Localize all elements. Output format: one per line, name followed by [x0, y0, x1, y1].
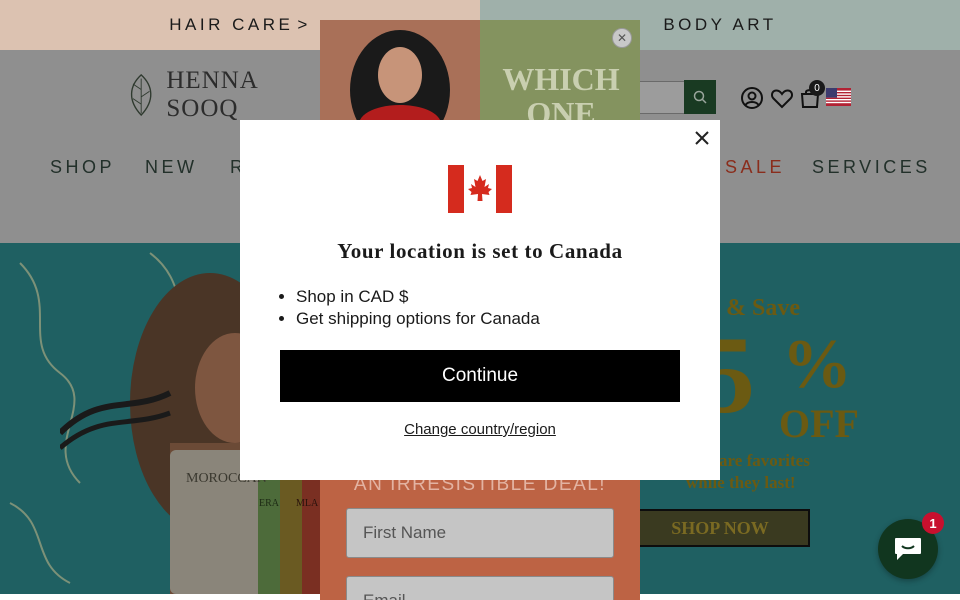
nav-item-sale[interactable]: SALE [725, 157, 785, 178]
location-modal-title: Your location is set to Canada [337, 239, 623, 263]
newsletter-heading-line1: WHICH [502, 61, 620, 97]
newsletter-photo [320, 20, 480, 150]
chat-icon [895, 538, 921, 560]
heart-icon[interactable] [770, 86, 794, 110]
announcement-hair-care-label: HAIR CARE [169, 15, 294, 34]
promo-off-text: OFF [779, 401, 859, 446]
logo-leaf-icon [130, 73, 152, 117]
us-flag-icon[interactable] [826, 88, 851, 106]
hero-product-label-mla: MLA [296, 498, 319, 509]
close-icon: ✕ [616, 31, 628, 45]
search-input[interactable] [638, 81, 686, 114]
location-modal: Your location is set to Canada Shop in C… [240, 120, 720, 480]
canada-flag-icon [448, 165, 512, 213]
search-button[interactable] [684, 80, 716, 114]
search-icon [693, 90, 707, 104]
promo-percent-sign: % [782, 326, 852, 403]
hero-product-label-era: ERA [259, 498, 279, 509]
logo[interactable]: HENNA SOOQ [122, 67, 322, 122]
chevron-right-icon: > [297, 15, 311, 34]
list-item: Get shipping options for Canada [296, 308, 540, 330]
announcement-body-art-label: BODY ART [663, 15, 777, 34]
change-country-link[interactable]: Change country/region [240, 421, 720, 438]
nav-item-services[interactable]: SERVICES [812, 157, 931, 178]
newsletter-model-image [320, 20, 480, 150]
logo-wordmark: HENNA SOOQ [166, 67, 258, 122]
cart-count-badge: 0 [809, 80, 825, 96]
close-icon [695, 131, 709, 145]
nav-item-new[interactable]: NEW [145, 157, 198, 178]
location-modal-bullets: Shop in CAD $ Get shipping options for C… [296, 286, 540, 330]
continue-button[interactable]: Continue [280, 350, 680, 402]
chat-notification-badge: 1 [922, 512, 944, 534]
list-item: Shop in CAD $ [296, 286, 540, 308]
email-field[interactable]: Email [346, 576, 614, 600]
shop-now-button[interactable]: SHOP NOW [630, 509, 810, 547]
newsletter-close-button[interactable]: ✕ [612, 28, 632, 48]
first-name-field[interactable]: First Name [346, 508, 614, 558]
nav-item-shop[interactable]: SHOP [50, 157, 115, 178]
account-icon[interactable] [740, 86, 764, 110]
location-modal-close-button[interactable] [692, 128, 712, 148]
